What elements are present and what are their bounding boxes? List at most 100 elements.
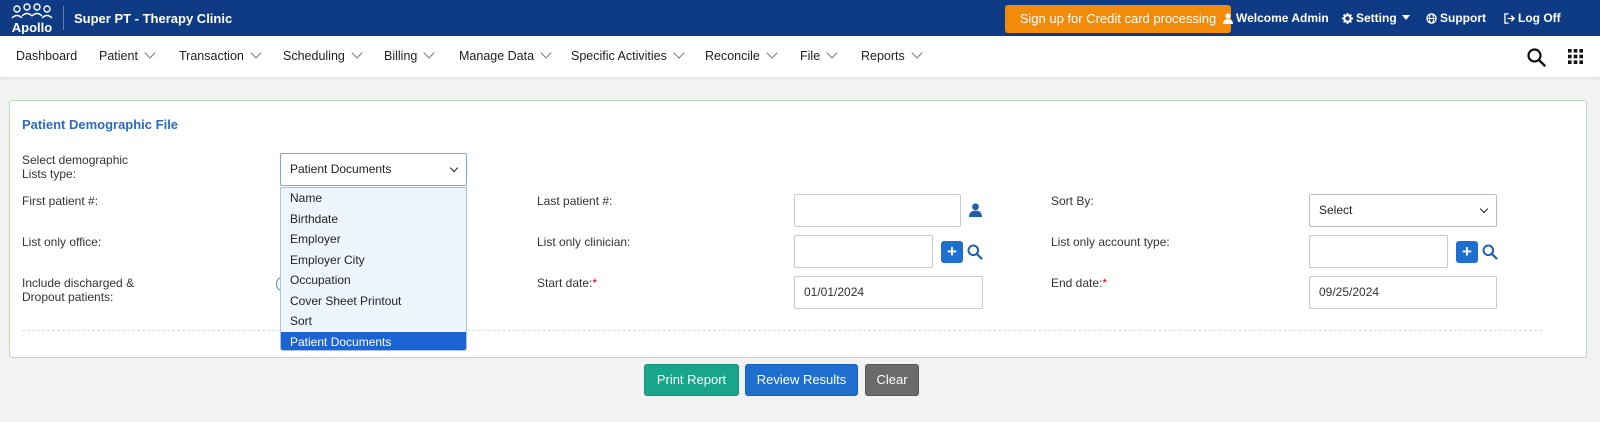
support-label: Support — [1440, 11, 1486, 25]
demographic-type-label: Select demographic Lists type: — [22, 153, 128, 181]
include-discharged-label-line-1: Include discharged & — [22, 276, 135, 290]
add-clinician-button[interactable]: + — [941, 241, 963, 263]
required-asterisk: * — [592, 276, 598, 290]
option-employer[interactable]: Employer — [281, 229, 466, 250]
user-icon — [1223, 13, 1233, 24]
include-discharged-label-line-2: Dropout patients: — [22, 290, 114, 304]
menu-item-label: Patient — [99, 49, 138, 63]
menu-item-label: Specific Activities — [571, 49, 667, 63]
option-employer-city[interactable]: Employer City — [281, 250, 466, 271]
list-office-label: List only office: — [22, 235, 102, 249]
sign-out-icon — [1504, 13, 1515, 24]
first-patient-label: First patient #: — [22, 194, 99, 208]
search-clinician-icon[interactable] — [967, 244, 983, 260]
chevron-down-icon — [423, 47, 436, 59]
add-account-type-button[interactable]: + — [1456, 241, 1478, 263]
welcome-label: Welcome Admin — [1236, 11, 1329, 25]
menu-item-specific-activities[interactable]: Specific Activities — [571, 47, 685, 63]
welcome-admin-link[interactable]: Welcome Admin — [1223, 11, 1329, 25]
demographic-type-options-list: Name Birthdate Employer Employer City Oc… — [280, 187, 467, 351]
chevron-down-icon — [673, 47, 685, 59]
option-birthdate[interactable]: Birthdate — [281, 209, 466, 230]
menu-item-manage-data[interactable]: Manage Data — [459, 47, 552, 63]
include-discharged-label: Include discharged & Dropout patients: — [22, 276, 134, 304]
end-date-label: End date:* — [1051, 276, 1107, 290]
list-clinician-label: List only clinician: — [537, 235, 631, 249]
menu-item-label: Transaction — [179, 49, 244, 63]
option-sort[interactable]: Sort — [281, 311, 466, 332]
menu-item-label: Reconcile — [705, 49, 760, 63]
start-date-label: Start date:* — [537, 276, 597, 290]
chevron-down-icon — [144, 47, 156, 59]
menu-item-reconcile[interactable]: Reconcile — [705, 47, 778, 63]
menu-item-dashboard[interactable]: Dashboard — [16, 49, 77, 63]
chevron-down-icon — [351, 47, 363, 59]
sort-by-select[interactable]: Select — [1309, 194, 1497, 227]
menu-item-label: Reports — [861, 49, 905, 63]
sort-by-label: Sort By: — [1051, 194, 1094, 208]
apollo-logo[interactable]: Apollo — [4, 2, 60, 34]
setting-menu[interactable]: Setting — [1342, 11, 1413, 25]
menu-item-file[interactable]: File — [800, 47, 838, 63]
chevron-down-icon — [911, 47, 923, 59]
chevron-down-icon — [826, 47, 838, 59]
logo-divider — [63, 6, 64, 30]
setting-label: Setting — [1356, 11, 1397, 25]
log-off-label: Log Off — [1518, 11, 1561, 25]
end-date-input[interactable]: 09/25/2024 — [1309, 276, 1497, 309]
option-patient-documents[interactable]: Patient Documents — [281, 331, 466, 350]
menu-item-label: Billing — [384, 49, 418, 63]
menu-item-label: Manage Data — [459, 49, 535, 63]
menu-item-patient[interactable]: Patient — [99, 47, 156, 63]
form-divider — [22, 330, 1542, 331]
log-off-link[interactable]: Log Off — [1504, 11, 1561, 25]
chevron-down-icon — [250, 47, 262, 59]
print-report-button[interactable]: Print Report — [644, 364, 739, 396]
plus-icon: + — [1462, 242, 1472, 261]
end-date-label-text: End date: — [1051, 276, 1103, 290]
start-date-input[interactable]: 01/01/2024 — [794, 276, 983, 309]
menu-item-label: File — [800, 49, 821, 63]
menu-item-label: Scheduling — [283, 49, 345, 63]
option-name[interactable]: Name — [281, 188, 466, 209]
option-cover-sheet-printout[interactable]: Cover Sheet Printout — [281, 291, 466, 312]
chevron-down-icon — [1479, 204, 1489, 214]
patient-lookup-icon[interactable] — [969, 203, 982, 217]
apps-grid-icon[interactable] — [1568, 49, 1583, 64]
option-occupation[interactable]: Occupation — [281, 270, 466, 291]
clear-button[interactable]: Clear — [865, 364, 919, 396]
main-menu-bar: Dashboard Patient Transaction Scheduling… — [0, 36, 1600, 78]
sort-by-value: Select — [1319, 203, 1353, 217]
chevron-down-icon — [449, 163, 459, 173]
globe-icon — [1426, 13, 1437, 24]
menu-item-label: Dashboard — [16, 49, 78, 63]
menu-item-billing[interactable]: Billing — [384, 47, 436, 63]
search-icon[interactable] — [1527, 48, 1546, 67]
required-asterisk: * — [1102, 276, 1108, 290]
list-account-type-input[interactable] — [1309, 235, 1448, 268]
chevron-down-icon — [540, 47, 552, 59]
support-link[interactable]: Support — [1426, 11, 1486, 25]
demographic-type-label-line-1: Select demographic — [22, 153, 129, 167]
gear-icon — [1342, 13, 1353, 24]
page-title: Patient Demographic File — [22, 117, 179, 132]
menu-item-reports[interactable]: Reports — [861, 47, 923, 63]
logo-text: Apollo — [12, 20, 52, 34]
plus-icon: + — [947, 242, 957, 261]
list-account-type-label: List only account type: — [1051, 235, 1170, 249]
caret-down-icon — [1402, 15, 1411, 20]
review-results-button[interactable]: Review Results — [745, 364, 858, 396]
search-account-type-icon[interactable] — [1482, 244, 1498, 260]
demographic-type-value: Patient Documents — [290, 162, 392, 176]
chevron-down-icon — [766, 47, 778, 59]
menu-item-scheduling[interactable]: Scheduling — [283, 47, 363, 63]
last-patient-input[interactable] — [794, 194, 961, 227]
top-header-bar: Apollo Super PT - Therapy Clinic Sign up… — [0, 0, 1600, 36]
demographic-type-select[interactable]: Patient Documents — [280, 153, 467, 186]
credit-card-signup-button[interactable]: Sign up for Credit card processing — [1005, 5, 1231, 33]
last-patient-label: Last patient #: — [537, 194, 613, 208]
list-clinician-input[interactable] — [794, 235, 933, 268]
menu-item-transaction[interactable]: Transaction — [179, 47, 262, 63]
demographic-form-panel — [9, 100, 1587, 358]
clinic-name: Super PT - Therapy Clinic — [74, 11, 233, 26]
